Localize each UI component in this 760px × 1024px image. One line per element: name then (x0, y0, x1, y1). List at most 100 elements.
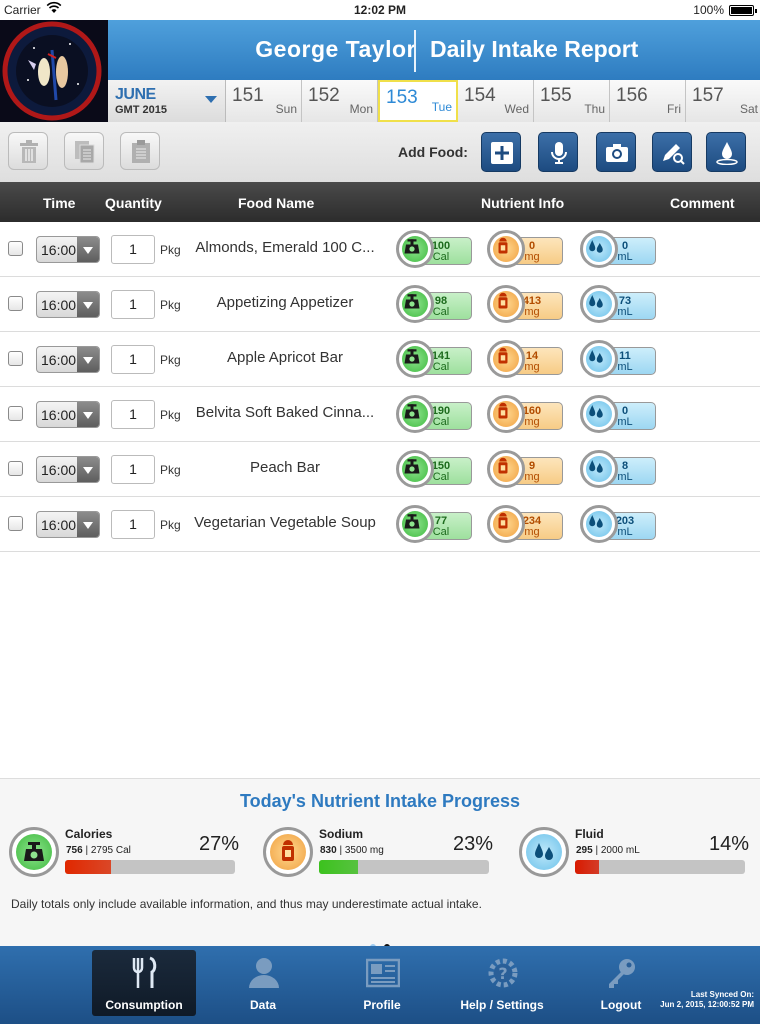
chevron-down-icon (77, 347, 99, 372)
food-name[interactable]: Apple Apricot Bar (192, 349, 378, 366)
table-row[interactable]: 16:00 1 Pkg Vegetarian Vegetable Soup 77 Cal 2… (0, 497, 760, 552)
quantity-input[interactable]: 1 (111, 510, 155, 539)
food-name[interactable]: Belvita Soft Baked Cinna... (192, 404, 378, 421)
tab-logout[interactable]: Logout (569, 950, 673, 1016)
sodium-info[interactable]: 9 mg (487, 450, 563, 488)
current-value: 830 (320, 845, 337, 856)
chevron-down-icon (77, 402, 99, 427)
column-comment: Comment (670, 195, 735, 211)
sodium-info[interactable]: 0 mg (487, 230, 563, 268)
scale-icon (404, 349, 420, 364)
row-checkbox[interactable] (8, 461, 23, 476)
day-156[interactable]: 156 Fri (610, 80, 686, 122)
sodium-unit: mg (524, 251, 540, 263)
plus-icon (491, 142, 513, 164)
day-number: 155 (540, 85, 572, 106)
time-select[interactable]: 16:00 (36, 511, 100, 538)
day-151[interactable]: 151 Sun (226, 80, 302, 122)
progress-values: 295 | 2000 mL (576, 845, 640, 856)
battery-percent: 100% (693, 3, 724, 17)
day-155[interactable]: 155 Thu (534, 80, 610, 122)
fluid-info[interactable]: 11 mL (580, 340, 656, 378)
calories-info[interactable]: 100 Cal (396, 230, 472, 268)
sodium-info[interactable]: 160 mg (487, 395, 563, 433)
water-drops-icon (589, 515, 603, 528)
row-checkbox[interactable] (8, 351, 23, 366)
calories-info[interactable]: 190 Cal (396, 395, 472, 433)
time-select[interactable]: 16:00 (36, 291, 100, 318)
fluid-info[interactable]: 203 mL (580, 505, 656, 543)
time-select[interactable]: 16:00 (36, 236, 100, 263)
food-name[interactable]: Appetizing Appetizer (192, 294, 378, 311)
table-row[interactable]: 16:00 1 Pkg Appetizing Appetizer 98 Cal 413 mg 7… (0, 277, 760, 332)
calories-info[interactable]: 141 Cal (396, 340, 472, 378)
add-food-voice-button[interactable] (538, 132, 578, 172)
time-select[interactable]: 16:00 (36, 456, 100, 483)
time-select[interactable]: 16:00 (36, 346, 100, 373)
tab-consumption[interactable]: Consumption (92, 950, 196, 1016)
add-food-manual-button[interactable] (481, 132, 521, 172)
food-name[interactable]: Vegetarian Vegetable Soup (192, 514, 378, 531)
calories-info[interactable]: 77 Cal (396, 505, 472, 543)
last-synced-time: Jun 2, 2015, 12:00:52 PM (660, 1000, 754, 1009)
calories-unit: Cal (432, 526, 450, 538)
fluid-info[interactable]: 73 mL (580, 285, 656, 323)
table-row[interactable]: 16:00 1 Pkg Belvita Soft Baked Cinna... 190 C… (0, 387, 760, 442)
scale-icon (404, 239, 420, 254)
quantity-input[interactable]: 1 (111, 290, 155, 319)
food-name[interactable]: Almonds, Emerald 100 C... (192, 239, 378, 256)
fluid-info[interactable]: 0 mL (580, 230, 656, 268)
food-name[interactable]: Peach Bar (192, 459, 378, 476)
day-152[interactable]: 152 Mon (302, 80, 378, 122)
copy-button[interactable] (64, 132, 104, 170)
quantity-input[interactable]: 1 (111, 235, 155, 264)
calories-badge (396, 340, 434, 378)
tab-profile[interactable]: Profile (330, 950, 434, 1016)
calories-unit: Cal (432, 306, 450, 318)
sodium-info[interactable]: 14 mg (487, 340, 563, 378)
salt-shaker-icon (498, 402, 508, 419)
row-checkbox[interactable] (8, 241, 23, 256)
calories-info[interactable]: 98 Cal (396, 285, 472, 323)
day-153-selected[interactable]: 153 Tue (378, 80, 458, 122)
last-synced-label: Last Synced On: (690, 990, 754, 999)
tab-help-settings[interactable]: ? Help / Settings (450, 950, 554, 1016)
time-select[interactable]: 16:00 (36, 401, 100, 428)
day-of-week: Sat (739, 102, 758, 116)
sodium-unit: mg (524, 471, 540, 483)
add-food-search-button[interactable] (652, 132, 692, 172)
table-row[interactable]: 16:00 1 Pkg Peach Bar 150 Cal 9 mg 8 mL (0, 442, 760, 497)
quantity-input[interactable]: 1 (111, 400, 155, 429)
fluid-unit: mL (617, 306, 633, 318)
sodium-info[interactable]: 413 mg (487, 285, 563, 323)
row-checkbox[interactable] (8, 516, 23, 531)
fluid-info[interactable]: 8 mL (580, 450, 656, 488)
disclaimer-note: Daily totals only include available info… (11, 897, 482, 911)
delete-button[interactable] (8, 132, 48, 170)
date-selector: JUNE GMT 2015 151 Sun 152 Mon 153 Tue 154 We… (108, 80, 760, 122)
month-dropdown[interactable]: JUNE GMT 2015 (108, 80, 226, 122)
table-row[interactable]: 16:00 1 Pkg Apple Apricot Bar 141 Cal 14 mg 11 mL (0, 332, 760, 387)
day-157[interactable]: 157 Sat (686, 80, 760, 122)
sodium-info[interactable]: 234 mg (487, 505, 563, 543)
fluid-unit: mL (617, 251, 633, 263)
tab-data[interactable]: Data (211, 950, 315, 1016)
calories-info[interactable]: 150 Cal (396, 450, 472, 488)
sodium-unit: mg (524, 306, 540, 318)
row-checkbox[interactable] (8, 296, 23, 311)
add-food-label: Add Food: (398, 144, 468, 160)
quantity-input[interactable]: 1 (111, 455, 155, 484)
water-drops-icon (589, 460, 603, 473)
month-label: JUNE (115, 86, 156, 103)
fluid-info[interactable]: 0 mL (580, 395, 656, 433)
row-checkbox[interactable] (8, 406, 23, 421)
day-154[interactable]: 154 Wed (458, 80, 534, 122)
add-food-camera-button[interactable] (596, 132, 636, 172)
quantity-input[interactable]: 1 (111, 345, 155, 374)
paste-button[interactable] (120, 132, 160, 170)
add-fluid-button[interactable] (706, 132, 746, 172)
fluid-badge (580, 285, 618, 323)
table-row[interactable]: 16:00 1 Pkg Almonds, Emerald 100 C... 100 Cal… (0, 222, 760, 277)
sodium-badge (487, 450, 525, 488)
person-icon (249, 958, 279, 988)
